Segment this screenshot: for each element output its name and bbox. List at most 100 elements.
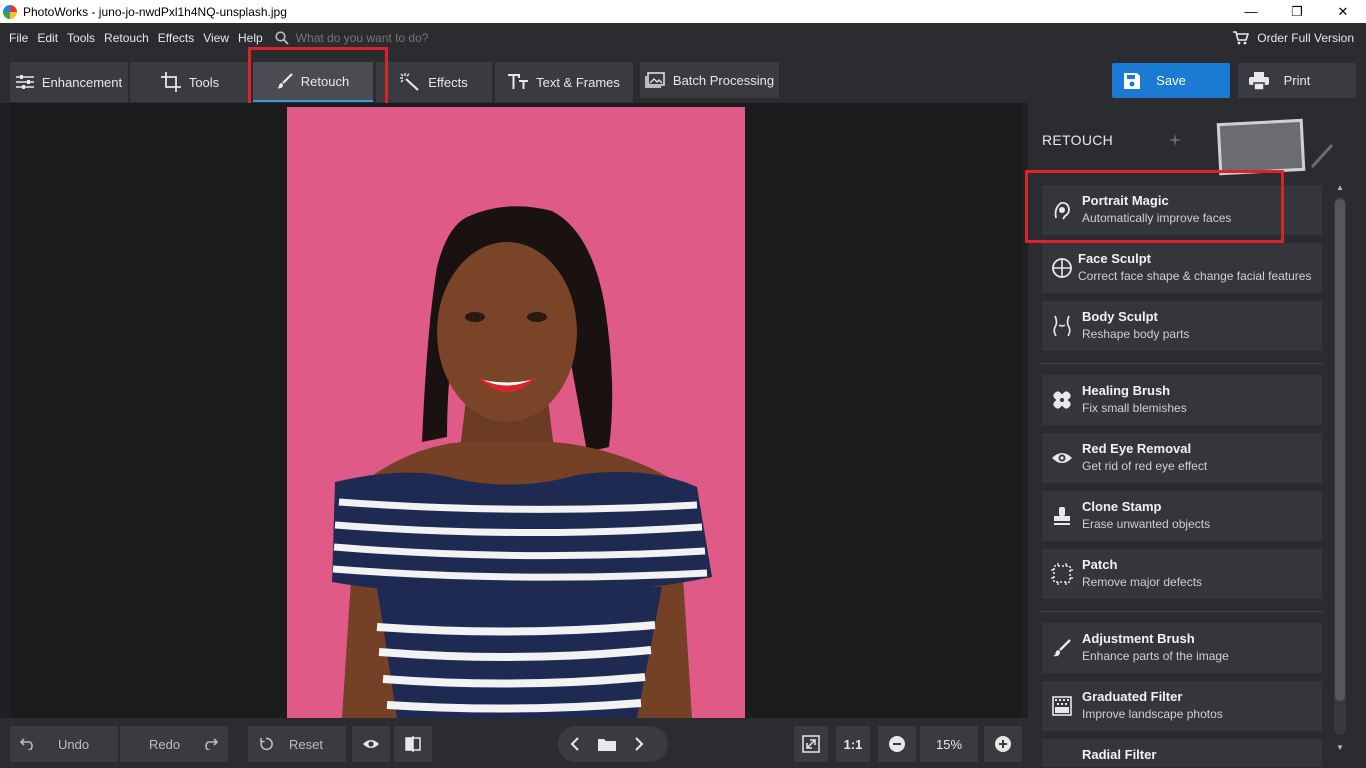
tool-name: Red Eye Removal	[1082, 441, 1192, 456]
tab-tools[interactable]: Tools	[130, 62, 250, 102]
tab-text-frames[interactable]: Text & Frames	[495, 62, 633, 102]
tool-desc: Reshape body parts	[1082, 327, 1190, 341]
order-label: Order Full Version	[1257, 30, 1354, 45]
tool-healing-brush[interactable]: Healing Brush Fix small blemishes	[1041, 374, 1323, 426]
compare-button[interactable]	[394, 726, 432, 762]
maximize-button[interactable]: ❐	[1274, 0, 1320, 23]
tab-label: Tools	[188, 74, 220, 90]
zoom-level[interactable]: 15%	[920, 726, 978, 762]
tool-name: Face Sculpt	[1078, 251, 1151, 266]
fit-screen-icon	[802, 735, 820, 753]
eye-icon	[363, 740, 379, 748]
menu-retouch[interactable]: Retouch	[104, 31, 149, 45]
redo-icon	[205, 738, 219, 750]
brush-icon	[276, 73, 293, 89]
fit-to-screen-button[interactable]	[794, 726, 828, 762]
tool-clone-stamp[interactable]: Clone Stamp Erase unwanted objects	[1041, 490, 1323, 542]
window-title: PhotoWorks - juno-jo-nwdPxl1h4NQ-unsplas…	[23, 4, 287, 19]
menu-help[interactable]: Help	[238, 31, 263, 45]
menu-tools[interactable]: Tools	[67, 31, 95, 45]
healing-brush-icon	[1051, 389, 1073, 411]
redo-button[interactable]: Redo	[120, 726, 228, 762]
tool-name: Radial Filter	[1082, 747, 1157, 762]
scroll-down-arrow-icon[interactable]: ▼	[1334, 741, 1346, 753]
actual-size-button[interactable]: 1:1	[836, 726, 870, 762]
text-icon	[508, 74, 529, 89]
save-button[interactable]: Save	[1112, 63, 1230, 98]
brush-icon	[1051, 637, 1073, 659]
tool-name: Patch	[1082, 557, 1118, 572]
reset-icon	[260, 737, 273, 751]
tool-graduated-filter[interactable]: Graduated Filter Improve landscape photo…	[1041, 680, 1323, 732]
patch-icon	[1051, 563, 1073, 585]
reset-button[interactable]: Reset	[248, 726, 346, 762]
tab-label: Batch Processing	[672, 72, 775, 88]
file-navigation	[558, 726, 668, 762]
tool-desc: Automatically improve faces	[1082, 211, 1232, 225]
minimize-button[interactable]: —	[1228, 0, 1274, 23]
tool-desc: Fix small blemishes	[1082, 401, 1187, 415]
panel-header-image	[1216, 118, 1306, 176]
tool-name: Portrait Magic	[1082, 193, 1169, 208]
tool-patch[interactable]: Patch Remove major defects	[1041, 548, 1323, 600]
folder-icon[interactable]	[598, 737, 616, 751]
tool-desc: Erase unwanted objects	[1082, 517, 1211, 531]
sparkle-icon	[1168, 133, 1182, 147]
bottom-bar: Undo Redo Reset 1:1 15%	[0, 718, 1028, 768]
tool-desc: Correct face shape & change facial featu…	[1078, 269, 1312, 283]
panel-scrollbar[interactable]: ▲ ▼	[1334, 181, 1346, 761]
tab-label: Retouch	[300, 73, 350, 89]
tool-red-eye-removal[interactable]: Red Eye Removal Get rid of red eye effec…	[1041, 432, 1323, 484]
portrait-illustration	[287, 107, 745, 718]
undo-label: Undo	[58, 736, 90, 752]
tab-retouch[interactable]: Retouch	[253, 62, 373, 102]
scroll-up-arrow-icon[interactable]: ▲	[1334, 181, 1346, 193]
menu-bar: File Edit Tools Retouch Effects View Hel…	[0, 23, 1366, 52]
tab-enhancement[interactable]: Enhancement	[10, 62, 128, 102]
compare-icon	[405, 736, 421, 752]
tool-portrait-magic[interactable]: Portrait Magic Automatically improve fac…	[1041, 184, 1323, 236]
tool-desc: Get rid of red eye effect	[1082, 459, 1208, 473]
search-input[interactable]	[295, 30, 516, 45]
tool-name: Adjustment Brush	[1082, 631, 1195, 646]
app-logo-icon	[3, 4, 17, 19]
tool-face-sculpt[interactable]: Face Sculpt Correct face shape & change …	[1041, 242, 1323, 294]
menu-view[interactable]: View	[203, 31, 229, 45]
menu-edit[interactable]: Edit	[37, 31, 58, 45]
save-label: Save	[1156, 73, 1186, 88]
menu-effects[interactable]: Effects	[158, 31, 194, 45]
zoom-out-button[interactable]	[878, 726, 916, 762]
zoom-in-button[interactable]	[984, 726, 1022, 762]
tab-label: Effects	[428, 74, 468, 90]
reset-label: Reset	[289, 736, 323, 752]
menu-file[interactable]: File	[9, 31, 28, 45]
undo-button[interactable]: Undo	[10, 726, 118, 762]
body-sculpt-icon	[1051, 315, 1073, 337]
images-icon	[645, 72, 665, 88]
print-button[interactable]: Print	[1238, 63, 1356, 98]
order-full-version-link[interactable]: Order Full Version	[1233, 23, 1354, 52]
next-image-icon[interactable]	[634, 737, 644, 751]
tool-adjustment-brush[interactable]: Adjustment Brush Enhance parts of the im…	[1041, 622, 1323, 674]
scroll-thumb[interactable]	[1335, 199, 1345, 701]
plus-circle-icon	[995, 736, 1011, 752]
sliders-icon	[15, 75, 34, 89]
search-icon	[275, 30, 289, 45]
title-bar: PhotoWorks - juno-jo-nwdPxl1h4NQ-unsplas…	[0, 0, 1366, 23]
close-button[interactable]: ✕	[1320, 0, 1366, 23]
panel-divider	[1041, 611, 1323, 612]
tool-name: Body Sculpt	[1082, 309, 1158, 324]
tool-name: Healing Brush	[1082, 383, 1171, 398]
tool-radial-filter[interactable]: Radial Filter	[1041, 738, 1323, 768]
tool-body-sculpt[interactable]: Body Sculpt Reshape body parts	[1041, 300, 1323, 352]
face-sculpt-icon	[1051, 257, 1073, 279]
panel-title: RETOUCH	[1042, 132, 1114, 148]
tab-effects[interactable]: Effects	[376, 62, 492, 102]
previous-image-icon[interactable]	[570, 737, 580, 751]
search-box[interactable]	[275, 30, 516, 45]
photo-preview[interactable]	[287, 107, 745, 718]
preview-eye-button[interactable]	[352, 726, 390, 762]
printer-icon	[1249, 71, 1269, 90]
tab-batch-processing[interactable]: Batch Processing	[640, 62, 779, 98]
panel-divider	[1041, 363, 1323, 364]
